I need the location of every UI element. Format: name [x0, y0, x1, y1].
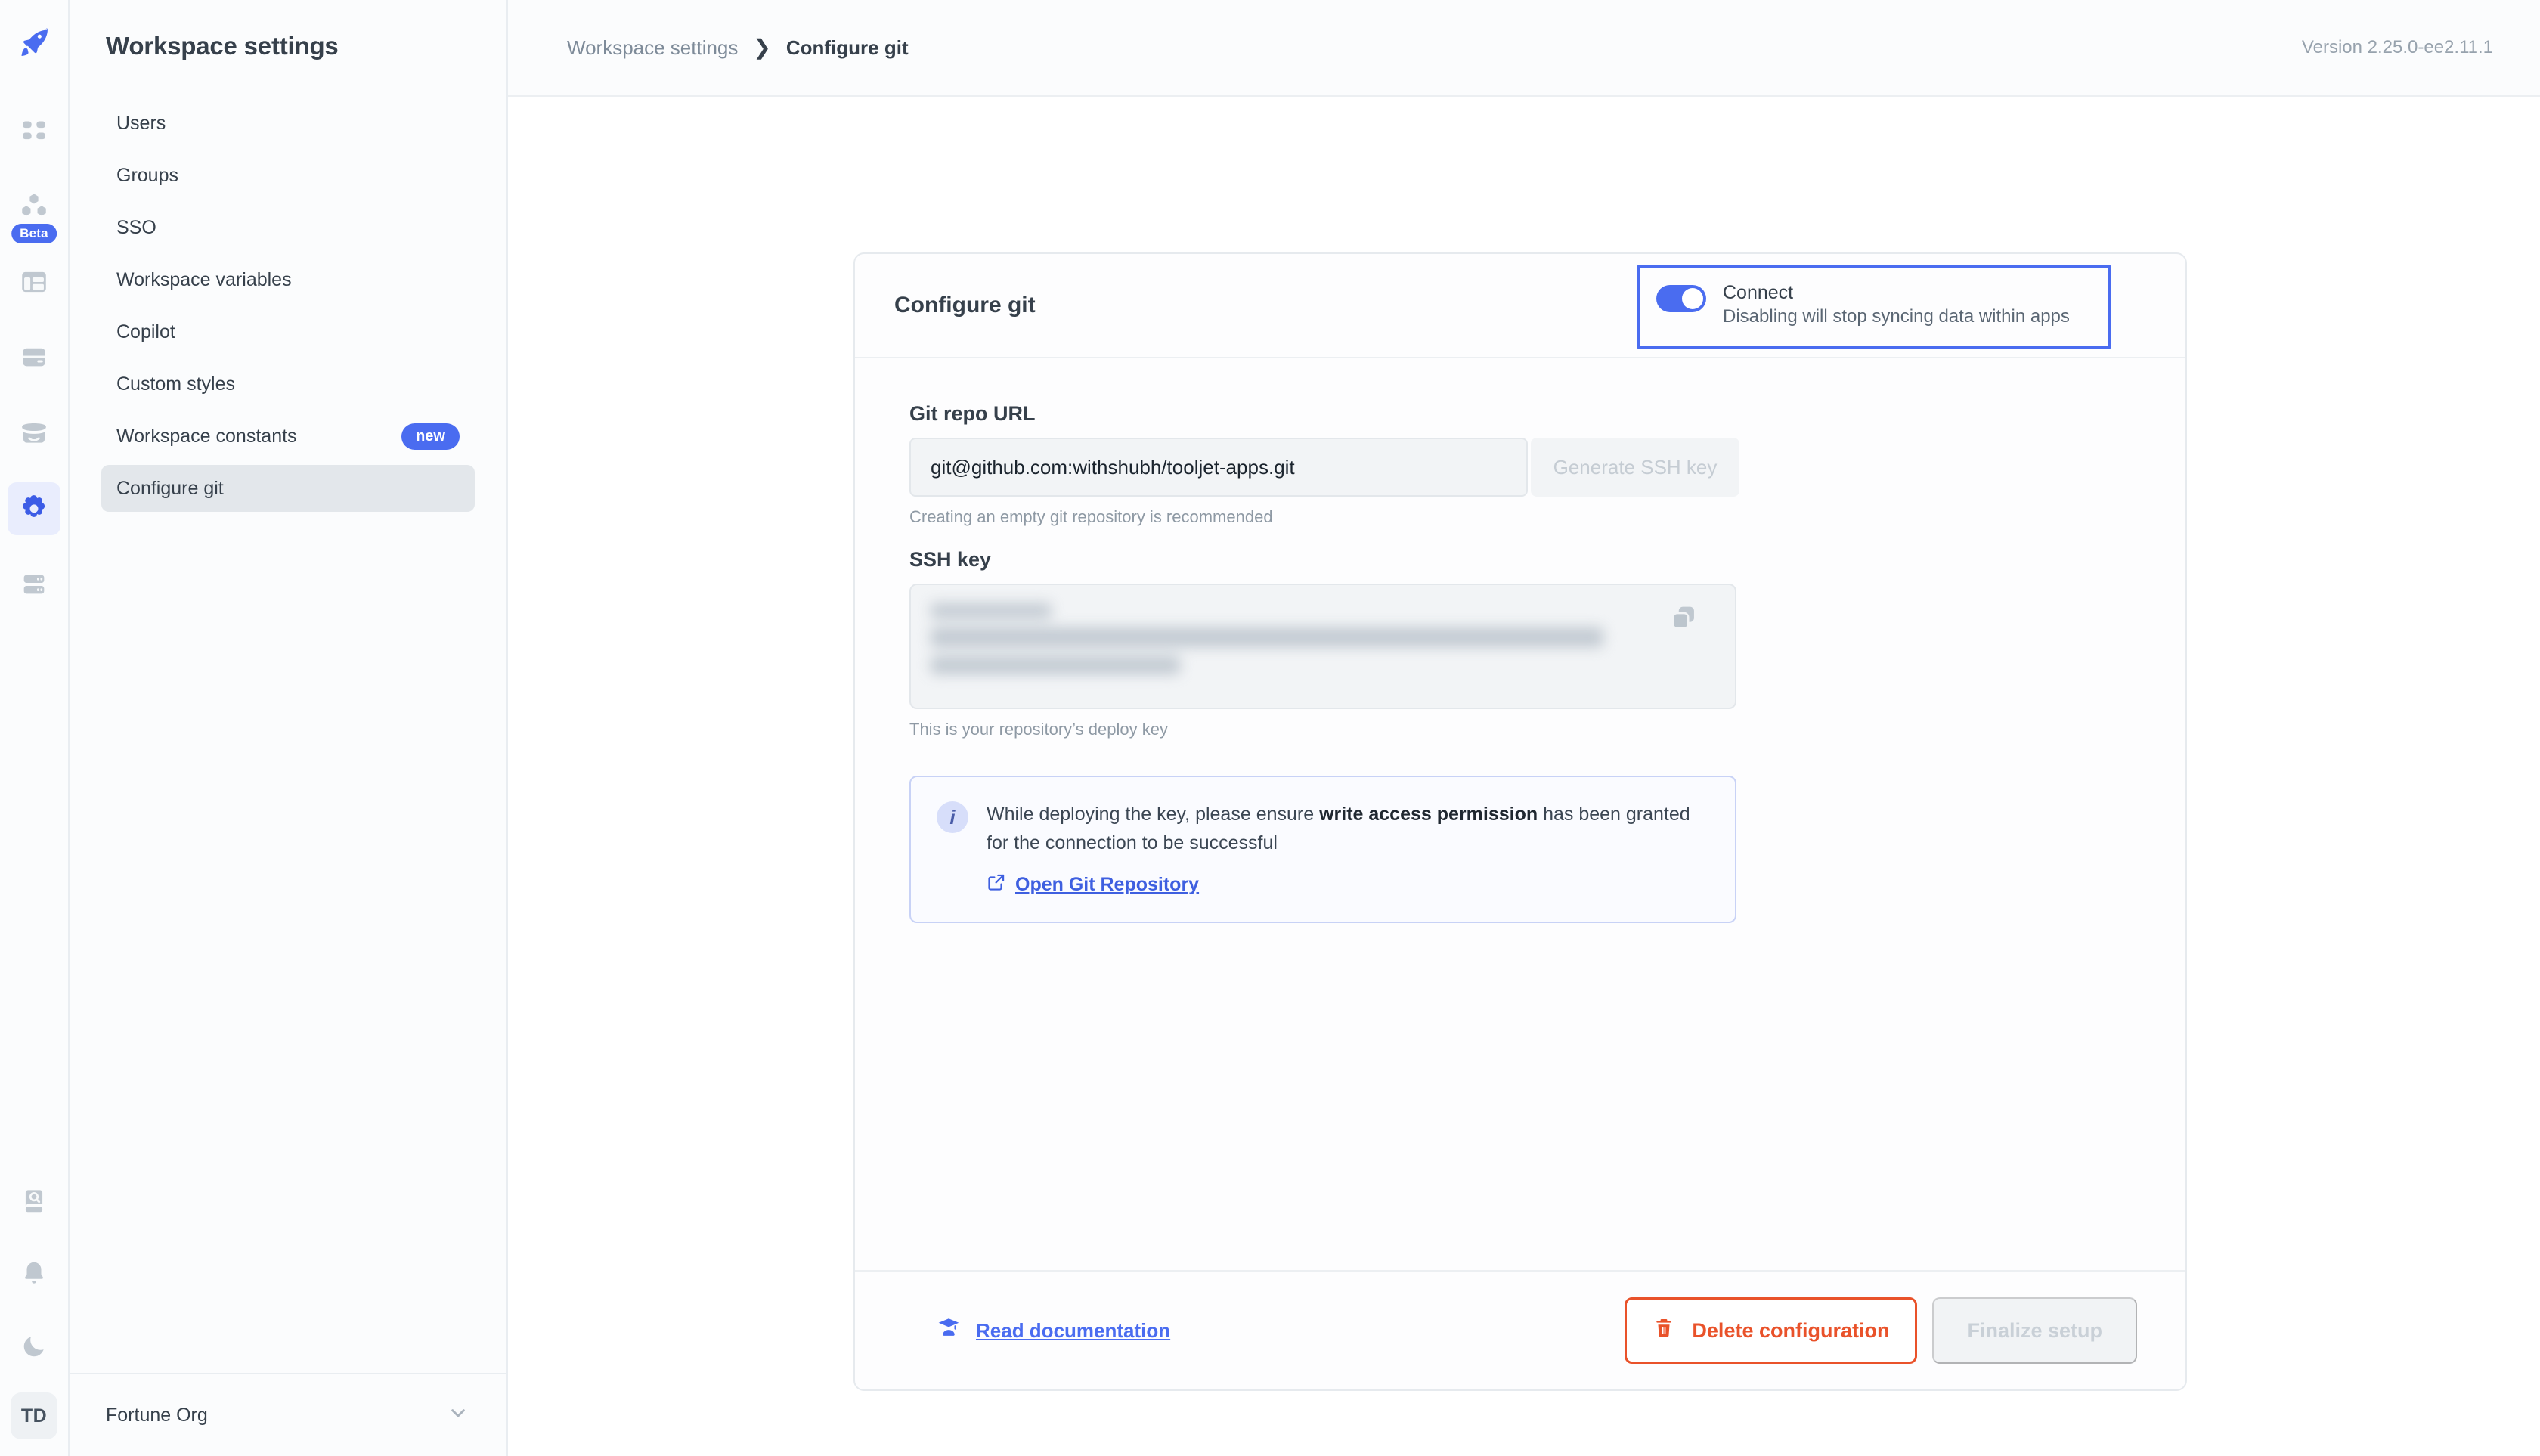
- page-title: Workspace settings: [70, 0, 506, 60]
- info-text-bold: write access permission: [1319, 804, 1538, 825]
- sidebar-item-workspace-constants[interactable]: Workspace constants new: [101, 413, 475, 460]
- icon-rail-bottom: TD: [8, 1175, 60, 1456]
- finalize-setup-button[interactable]: Finalize setup: [1932, 1297, 2137, 1364]
- git-repo-url-input[interactable]: git@github.com:withshubh/tooljet-apps.gi…: [909, 438, 1528, 497]
- open-git-repository-label: Open Git Repository: [1015, 874, 1199, 896]
- breadcrumb-parent[interactable]: Workspace settings: [567, 36, 738, 60]
- sidebar-item-label: Configure git: [116, 478, 224, 500]
- info-text-before: While deploying the key, please ensure: [987, 804, 1319, 825]
- instance-server-icon: [19, 569, 49, 599]
- sidebar-item-label: SSO: [116, 217, 156, 239]
- connect-description: Disabling will stop syncing data within …: [1723, 307, 2070, 327]
- notifications-button[interactable]: [8, 1247, 60, 1300]
- sidebar-item-label: Copilot: [116, 321, 175, 343]
- info-content: While deploying the key, please ensure w…: [987, 800, 1709, 897]
- git-repo-url-label: Git repo URL: [909, 402, 2185, 426]
- connect-toggle-container[interactable]: Connect Disabling will stop syncing data…: [1637, 265, 2111, 349]
- connect-label: Connect: [1723, 283, 2070, 302]
- sidebar-spacer: [70, 517, 506, 1373]
- card-footer: Read documentation Delete configuration …: [855, 1270, 2185, 1389]
- git-repo-url-helper: Creating an empty git repository is reco…: [909, 507, 2185, 527]
- dark-mode-moon-icon: [20, 1332, 48, 1361]
- rocket-icon[interactable]: [8, 17, 60, 70]
- icon-rail: Beta: [0, 0, 70, 1456]
- configure-git-card: Configure git Connect Disabling will sto…: [853, 252, 2187, 1391]
- notification-bell-icon: [20, 1259, 48, 1288]
- new-badge: new: [401, 423, 460, 450]
- sidebar-item-label: Workspace variables: [116, 269, 292, 291]
- breadcrumb-separator-icon: ❯: [753, 37, 770, 58]
- database-table-icon: [18, 266, 50, 298]
- sidebar-item-label: Workspace constants: [116, 426, 297, 448]
- settings-sidebar: Workspace settings Users Groups SSO Work…: [70, 0, 508, 1456]
- settings-gear-icon: [18, 493, 50, 525]
- breadcrumb: Workspace settings ❯ Configure git: [567, 36, 909, 60]
- org-switcher[interactable]: Fortune Org: [70, 1373, 506, 1456]
- footer-actions: Delete configuration Finalize setup: [1625, 1297, 2137, 1364]
- read-documentation-link[interactable]: Read documentation: [937, 1316, 1170, 1346]
- card-header: Configure git Connect Disabling will sto…: [855, 254, 2185, 358]
- sidebar-item-label: Custom styles: [116, 373, 235, 395]
- main-area: Workspace settings ❯ Configure git Versi…: [508, 0, 2540, 1456]
- sidebar-item-database[interactable]: [8, 256, 60, 308]
- sidebar-item-custom-styles[interactable]: Custom styles: [101, 361, 475, 407]
- delete-configuration-label: Delete configuration: [1692, 1319, 1889, 1343]
- sidebar-item-users[interactable]: Users: [101, 100, 475, 147]
- workflows-icon: [18, 191, 50, 222]
- copy-icon[interactable]: [1667, 602, 1700, 639]
- beta-badge: Beta: [11, 224, 57, 243]
- card-title: Configure git: [894, 293, 1036, 318]
- settings-nav: Users Groups SSO Workspace variables Cop…: [70, 100, 506, 517]
- avatar[interactable]: TD: [11, 1392, 57, 1439]
- org-name: Fortune Org: [106, 1405, 208, 1427]
- sidebar-item-dashboard[interactable]: [8, 104, 60, 157]
- chevron-down-icon: [446, 1401, 470, 1430]
- generate-ssh-key-button[interactable]: Generate SSH key: [1531, 438, 1739, 497]
- sidebar-item-label: Users: [116, 113, 166, 135]
- ssh-key-masked-value: [911, 585, 1735, 702]
- sidebar-item-datasources[interactable]: [8, 331, 60, 384]
- version-label: Version 2.25.0-ee2.11.1: [2302, 37, 2493, 58]
- sidebar-item-configure-git[interactable]: Configure git: [101, 465, 475, 512]
- sidebar-item-settings[interactable]: [8, 482, 60, 535]
- sidebar-item-groups[interactable]: Groups: [101, 152, 475, 199]
- ssh-key-box[interactable]: [909, 584, 1736, 709]
- info-message: While deploying the key, please ensure w…: [987, 800, 1709, 857]
- content-area: Configure git Connect Disabling will sto…: [508, 97, 2540, 1456]
- connect-toggle[interactable]: [1656, 285, 1706, 312]
- sidebar-item-instance-settings[interactable]: [8, 558, 60, 611]
- delete-configuration-button[interactable]: Delete configuration: [1625, 1297, 1917, 1364]
- git-repo-url-row: git@github.com:withshubh/tooljet-apps.gi…: [909, 438, 2185, 497]
- sidebar-item-marketplace[interactable]: [8, 407, 60, 460]
- sidebar-item-workspace-variables[interactable]: Workspace variables: [101, 256, 475, 303]
- documentation-button[interactable]: [8, 1175, 60, 1228]
- dark-mode-toggle[interactable]: [8, 1320, 60, 1373]
- open-git-repository-link[interactable]: Open Git Repository: [987, 872, 1199, 897]
- sidebar-item-copilot[interactable]: Copilot: [101, 308, 475, 355]
- trash-icon: [1653, 1317, 1675, 1345]
- sidebar-item-workflows[interactable]: Beta: [8, 180, 60, 233]
- app-root: Beta: [0, 0, 2540, 1456]
- read-documentation-label: Read documentation: [976, 1319, 1170, 1343]
- external-link-icon: [987, 872, 1006, 897]
- datasource-icon: [18, 342, 50, 373]
- info-icon: i: [937, 801, 968, 833]
- dashboard-grid-icon: [19, 116, 49, 146]
- marketplace-icon: [18, 417, 50, 449]
- ssh-key-label: SSH key: [909, 548, 2185, 572]
- sidebar-item-label: Groups: [116, 165, 178, 187]
- icon-rail-top: Beta: [8, 0, 60, 634]
- breadcrumb-current: Configure git: [786, 36, 909, 60]
- topbar: Workspace settings ❯ Configure git Versi…: [508, 0, 2540, 97]
- connect-texts: Connect Disabling will stop syncing data…: [1723, 283, 2070, 327]
- card-body: Git repo URL git@github.com:withshubh/to…: [855, 358, 2185, 1270]
- sidebar-item-sso[interactable]: SSO: [101, 204, 475, 251]
- ssh-key-helper: This is your repository’s deploy key: [909, 720, 2185, 739]
- graduation-cap-icon: [937, 1316, 961, 1346]
- documentation-search-icon: [20, 1187, 48, 1216]
- write-access-info-banner: i While deploying the key, please ensure…: [909, 776, 1736, 923]
